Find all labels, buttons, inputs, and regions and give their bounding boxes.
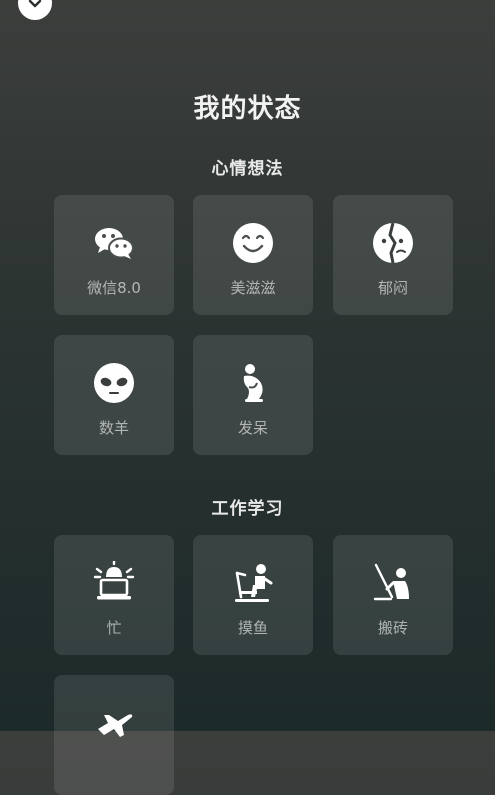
status-label: 美滋滋 [230, 279, 276, 297]
status-tile-brick-moving[interactable]: 搬砖 [333, 535, 453, 655]
smile-icon [231, 221, 275, 265]
page-title: 我的状态 [193, 94, 302, 124]
section-title-mood: 心情想法 [211, 159, 284, 179]
sheep-face-icon [92, 361, 136, 405]
chevron-down-icon [28, 0, 42, 8]
airplane-icon [92, 701, 136, 745]
status-tile-daze[interactable]: 发呆 [193, 335, 313, 455]
wechat-icon [92, 221, 136, 265]
status-label: 微信8.0 [87, 279, 141, 297]
daze-person-icon [231, 361, 275, 405]
status-label: 郁闷 [377, 279, 408, 297]
status-tile-counting-sheep[interactable]: 数羊 [54, 335, 174, 455]
status-label: 忙 [106, 619, 122, 637]
status-tile-slacking[interactable]: 摸鱼 [193, 535, 313, 655]
collapse-button[interactable] [18, 0, 52, 20]
status-tile-wechat[interactable]: 微信8.0 [54, 195, 174, 315]
status-label: 搬砖 [377, 619, 408, 637]
slacking-person-icon [231, 561, 275, 605]
status-label: 发呆 [237, 419, 268, 437]
status-label: 数羊 [98, 419, 129, 437]
status-tile-busy[interactable]: 忙 [54, 535, 174, 655]
siren-laptop-icon [92, 561, 136, 605]
status-label: 摸鱼 [237, 619, 268, 637]
gloomy-face-icon [371, 221, 415, 265]
brick-carrier-icon [371, 561, 415, 605]
status-tile-happy[interactable]: 美滋滋 [193, 195, 313, 315]
status-tile-travel[interactable] [54, 675, 174, 795]
section-title-work: 工作学习 [211, 499, 284, 519]
status-tile-gloomy[interactable]: 郁闷 [333, 195, 453, 315]
